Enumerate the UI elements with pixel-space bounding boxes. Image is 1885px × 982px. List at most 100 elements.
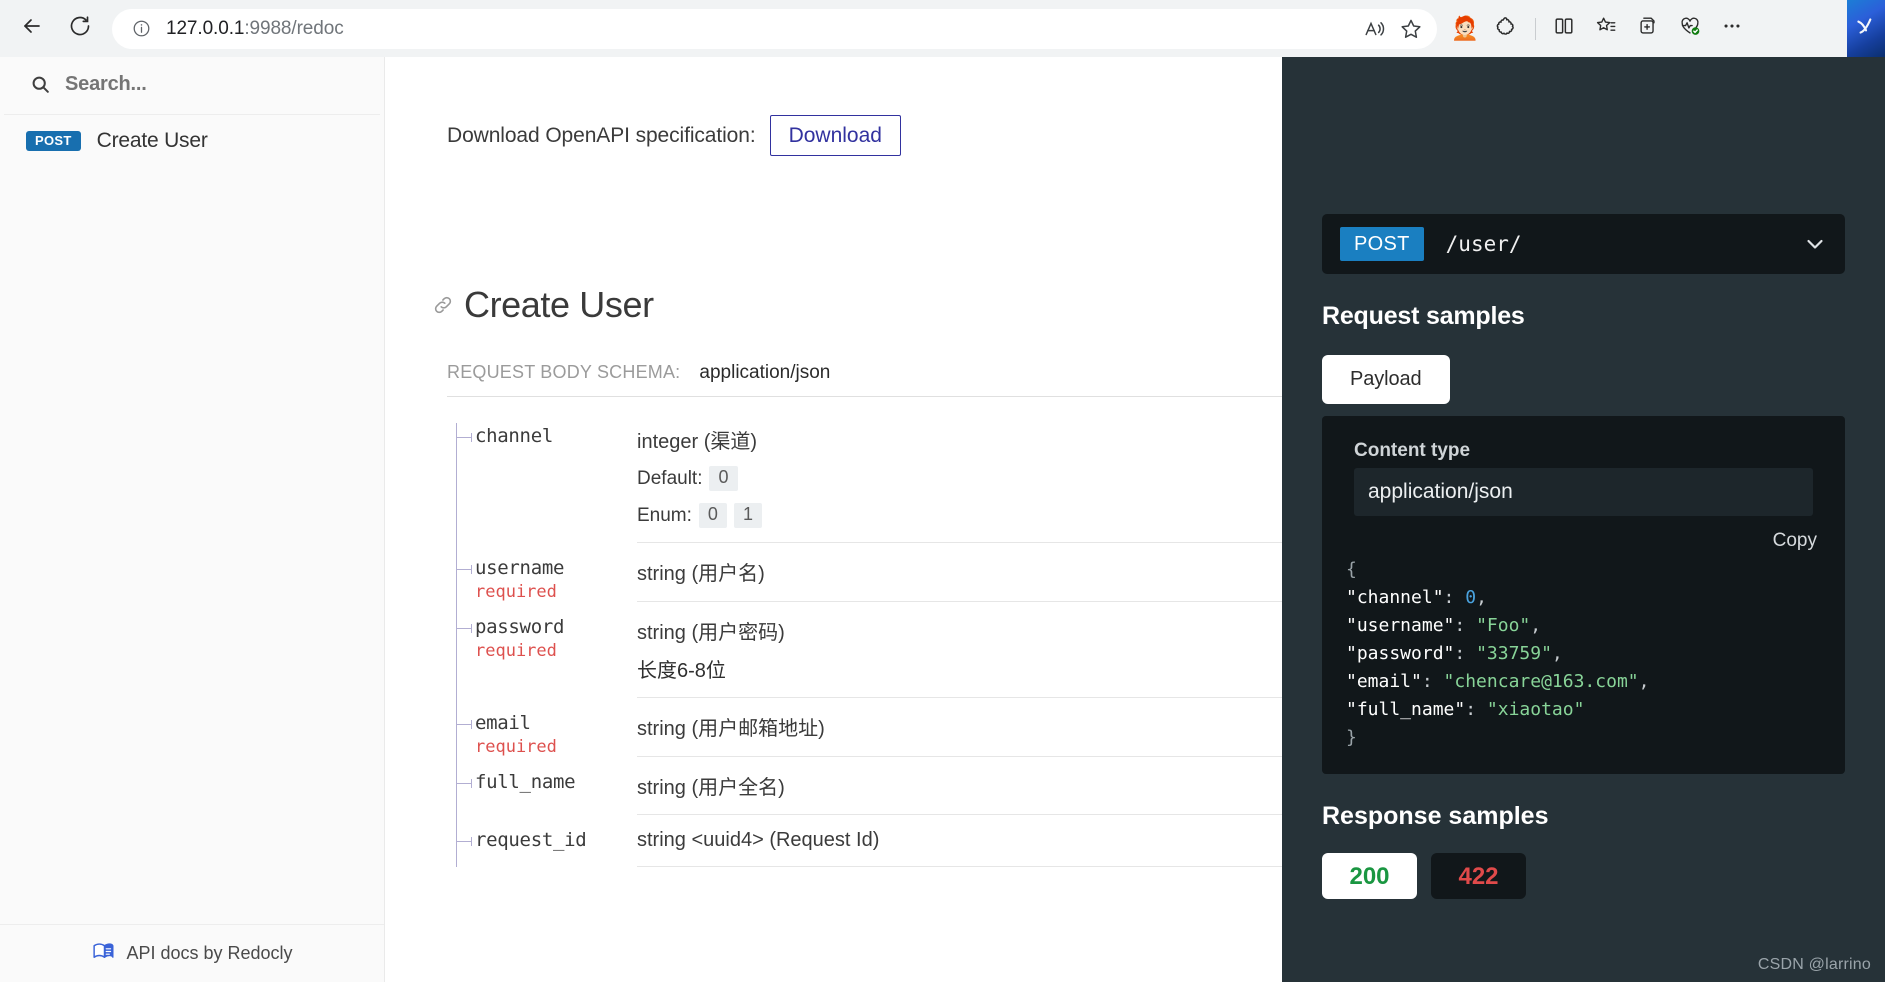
add-tab-group-button[interactable] xyxy=(1628,9,1668,49)
address-bar[interactable]: 127.0.0.1:9988/redoc xyxy=(112,8,1437,49)
tab-payload[interactable]: Payload xyxy=(1322,355,1450,404)
redocly-logo-icon xyxy=(91,939,116,969)
field-type: string (用户名) xyxy=(637,563,765,585)
schema-field-full-name: full_name string (用户全名) xyxy=(447,757,1282,815)
field-name-column: channel xyxy=(475,411,637,543)
copilot-icon xyxy=(1853,13,1879,44)
field-name: full_name xyxy=(475,771,576,793)
schema-field-username: username required string (用户名) xyxy=(447,543,1282,602)
tree-tick-icon xyxy=(456,720,472,729)
download-spec-label: Download OpenAPI specification: xyxy=(447,123,756,147)
content-type-label: Content type xyxy=(1354,440,1471,461)
field-description-column: integer (渠道) Default: 0 Enum: 0 1 xyxy=(637,411,1282,543)
add-tab-group-icon xyxy=(1637,15,1659,42)
field-description-column: string (用户邮箱地址) xyxy=(637,698,1282,757)
code-separator: : xyxy=(1454,643,1477,664)
field-type: integer (渠道) xyxy=(637,431,758,453)
code-key: "email" xyxy=(1346,671,1422,692)
request-samples-title: Request samples xyxy=(1322,302,1525,330)
read-aloud-icon[interactable] xyxy=(1357,11,1393,47)
link-anchor-icon[interactable] xyxy=(431,293,455,317)
code-comma: , xyxy=(1551,643,1563,664)
search-input[interactable]: Search... xyxy=(4,57,380,115)
browser-essentials-button[interactable] xyxy=(1670,9,1710,49)
code-value: "33759" xyxy=(1476,643,1552,664)
copy-button[interactable]: Copy xyxy=(1773,530,1817,551)
field-required-badge: required xyxy=(475,737,557,757)
field-name: password xyxy=(475,616,565,638)
section-heading: Create User xyxy=(385,156,1282,326)
code-value: 0 xyxy=(1465,587,1477,608)
field-default-label: Default: xyxy=(637,467,703,489)
schema-field-request-id: request_id string <uuid4> (Request Id) xyxy=(447,815,1282,867)
sidebar: Search... POST Create User API docs by R… xyxy=(0,57,385,982)
favorite-star-icon[interactable] xyxy=(1393,11,1429,47)
browser-toolbar: 127.0.0.1:9988/redoc 🧑🏻‍🦰 xyxy=(0,0,1885,57)
response-tab-list: 200 422 xyxy=(1322,853,1885,899)
tree-tick-icon xyxy=(456,779,472,788)
toolbar-icon-group: 🧑🏻‍🦰 xyxy=(1445,9,1752,49)
field-enum-label: Enum: xyxy=(637,504,692,526)
field-name: channel xyxy=(475,425,553,447)
split-screen-button[interactable] xyxy=(1544,9,1584,49)
page-title: Create User xyxy=(464,284,654,325)
field-description-text: 长度6-8位 xyxy=(637,660,726,682)
request-body-schema-value: application/json xyxy=(699,362,831,383)
back-button[interactable] xyxy=(10,7,54,51)
extensions-button[interactable] xyxy=(1487,9,1527,49)
code-key: "channel" xyxy=(1346,587,1444,608)
redocly-footer[interactable]: API docs by Redocly xyxy=(0,924,384,982)
content-type-select[interactable]: application/json xyxy=(1354,468,1813,516)
collections-button[interactable] xyxy=(1586,9,1626,49)
profile-button[interactable]: 🧑🏻‍🦰 xyxy=(1445,9,1485,49)
field-name: request_id xyxy=(475,829,587,851)
field-default-value: 0 xyxy=(709,466,738,491)
profile-avatar-icon: 🧑🏻‍🦰 xyxy=(1450,15,1480,41)
request-body-schema-label: REQUEST BODY SCHEMA: xyxy=(447,362,681,382)
toolbar-divider xyxy=(1535,17,1536,40)
code-separator: : xyxy=(1465,699,1487,720)
code-value: "xiaotao" xyxy=(1486,699,1585,720)
url-text[interactable]: 127.0.0.1:9988/redoc xyxy=(154,18,1357,40)
field-type: string (用户全名) xyxy=(637,777,785,799)
field-required-badge: required xyxy=(475,582,557,602)
request-body-schema-row: REQUEST BODY SCHEMA: application/json xyxy=(447,362,1282,397)
tree-tick-icon xyxy=(456,624,472,633)
chevron-down-icon[interactable] xyxy=(1803,232,1827,256)
field-type: string <uuid4> (Request Id) xyxy=(637,829,880,851)
code-key: "username" xyxy=(1346,615,1455,636)
field-name-column: username required xyxy=(475,543,637,602)
response-tab-200[interactable]: 200 xyxy=(1322,853,1417,899)
search-placeholder: Search... xyxy=(65,73,147,95)
endpoint-method-badge: POST xyxy=(1340,227,1424,261)
endpoint-bar[interactable]: POST /user/ xyxy=(1322,214,1845,274)
schema-field-list: channel integer (渠道) Default: 0 Enum: 0 … xyxy=(447,397,1282,867)
redocly-footer-label: API docs by Redocly xyxy=(126,943,293,963)
reload-button[interactable] xyxy=(58,7,102,51)
schema-field-password: password required string (用户密码) 长度6-8位 xyxy=(447,602,1282,698)
code-comma: , xyxy=(1476,587,1487,608)
field-default-row: Default: 0 xyxy=(637,466,1282,491)
code-value: "chencare@163.com" xyxy=(1443,671,1639,692)
code-open-brace: { xyxy=(1346,559,1357,580)
settings-and-more-button[interactable] xyxy=(1712,9,1752,49)
response-tab-422[interactable]: 422 xyxy=(1431,853,1526,899)
code-comma: , xyxy=(1530,615,1542,636)
field-description-column: string (用户名) xyxy=(637,543,1282,602)
field-name-column: email required xyxy=(475,698,637,757)
copy-row: Copy xyxy=(1322,516,1845,552)
request-sample-box: Content type application/json Copy { "ch… xyxy=(1322,416,1845,774)
sidebar-item-create-user[interactable]: POST Create User xyxy=(0,115,384,167)
field-name-column: password required xyxy=(475,602,637,698)
code-key: "password" xyxy=(1346,643,1455,664)
request-sample-code: { "channel": 0, "username": "Foo", "pass… xyxy=(1322,552,1845,752)
settings-and-more-icon xyxy=(1721,15,1743,42)
site-info-icon[interactable] xyxy=(128,16,154,42)
http-method-badge: POST xyxy=(26,131,81,151)
code-separator: : xyxy=(1443,587,1466,608)
download-spec-row: Download OpenAPI specification: Download xyxy=(385,57,1282,156)
redoc-page: Search... POST Create User API docs by R… xyxy=(0,57,1885,982)
download-button[interactable]: Download xyxy=(769,115,901,156)
field-enum-row: Enum: 0 1 xyxy=(637,503,1282,528)
copilot-button[interactable] xyxy=(1847,0,1885,57)
